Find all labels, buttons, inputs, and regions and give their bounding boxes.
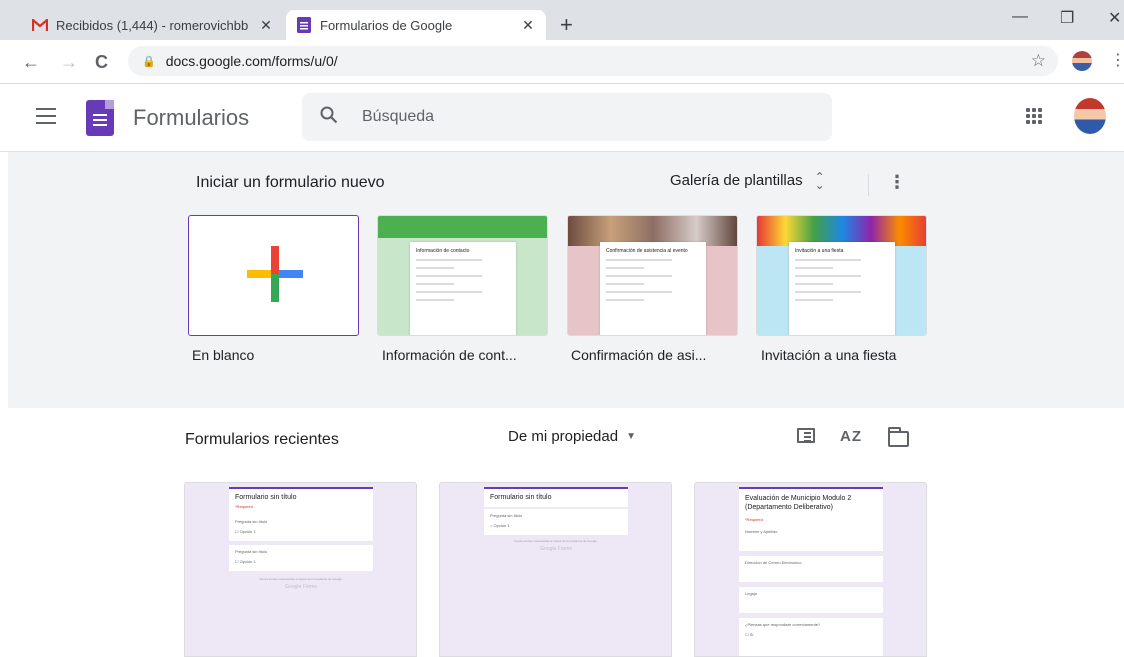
form-preview-footer: Nunca envíes contraseñas a través de For…: [259, 577, 343, 590]
template-gallery-section: Iniciar un formulario nuevo Galería de p…: [8, 152, 1124, 408]
template-label[interactable]: Información de cont...: [382, 347, 517, 363]
template-card-rsvp[interactable]: Confirmación de asistencia al evento: [567, 215, 738, 336]
form-preview-question: Nombre y Apellido: [739, 525, 883, 551]
account-avatar[interactable]: [1074, 98, 1106, 134]
google-apps-icon[interactable]: [1026, 108, 1042, 124]
unfold-icon: ⌃ ⌄: [814, 169, 825, 192]
template-banner: [378, 216, 547, 238]
search-box[interactable]: [302, 93, 832, 141]
form-preview-title: Formulario sin título: [490, 494, 552, 501]
tab-close-icon[interactable]: ✕: [520, 17, 536, 33]
plus-icon: [247, 246, 303, 302]
template-label[interactable]: En blanco: [192, 347, 254, 363]
minimize-button[interactable]: —: [1012, 8, 1028, 26]
close-window-button[interactable]: ✕: [1108, 8, 1121, 28]
bookmark-star-icon[interactable]: ☆: [1031, 51, 1046, 71]
tab-gmail[interactable]: Recibidos (1,444) - romerovichbb ✕: [22, 10, 284, 40]
template-preview: Confirmación de asistencia al evento: [600, 242, 706, 335]
reload-button[interactable]: C: [95, 52, 108, 72]
forward-button[interactable]: →: [60, 52, 78, 72]
back-button[interactable]: ←: [22, 52, 40, 72]
owner-filter-label: De mi propiedad: [508, 428, 619, 445]
search-input[interactable]: [362, 108, 782, 126]
template-gallery-label: Galería de plantillas: [670, 172, 803, 189]
form-preview-question: Dirección de Correo Electronico: [739, 556, 883, 582]
folder-icon[interactable]: [888, 427, 909, 447]
recent-forms-heading: Formularios recientes: [185, 431, 339, 448]
new-tab-button[interactable]: +: [560, 14, 573, 36]
forms-logo-icon[interactable]: [86, 100, 114, 136]
form-preview-title: Formulario sin título: [235, 494, 297, 501]
template-card-blank[interactable]: [188, 215, 359, 336]
form-preview-question: Pregunta sin título ○ Opción 1: [484, 509, 628, 535]
recent-form-card[interactable]: Formulario sin título *Required Pregunta…: [184, 482, 417, 657]
tab-title: Formularios de Google: [320, 17, 453, 33]
dropdown-arrow-icon: ▼: [626, 431, 636, 442]
browser-tab-bar: Recibidos (1,444) - romerovichbb ✕ Formu…: [0, 0, 1124, 40]
recent-form-card[interactable]: Evaluación de Municipio Modulo 2 (Depart…: [694, 482, 927, 657]
template-preview-title: Confirmación de asistencia al evento: [606, 248, 688, 254]
tab-google-forms[interactable]: Formularios de Google ✕: [286, 10, 546, 40]
gmail-icon: [32, 17, 48, 33]
tab-close-icon[interactable]: ✕: [258, 17, 274, 33]
address-bar-row: ← → C 🔒 docs.google.com/forms/u/0/ ☆ ⋮: [0, 40, 1124, 84]
template-preview: Información de contacto: [410, 242, 516, 335]
form-preview-footer: Nunca envíes contraseñas a través de For…: [514, 539, 598, 552]
template-preview-title: Información de contacto: [416, 248, 470, 254]
list-view-icon[interactable]: [797, 428, 815, 443]
template-preview: Invitación a una fiesta: [789, 242, 895, 335]
lock-icon: 🔒: [142, 55, 156, 68]
recent-form-card[interactable]: Formulario sin título Pregunta sin títul…: [439, 482, 672, 657]
forms-favicon-icon: [296, 17, 312, 33]
form-preview-title: Evaluación de Municipio Modulo 2 (Depart…: [745, 495, 852, 511]
app-header: Formularios: [0, 84, 1124, 152]
template-preview-title: Invitación a una fiesta: [795, 248, 844, 254]
maximize-button[interactable]: ❐: [1060, 8, 1074, 28]
form-preview-question: Pregunta sin título ☐ Opción 1: [229, 545, 373, 571]
form-preview-question: ¿Piensas que respondiste correctamente? …: [739, 618, 883, 656]
chrome-menu-icon[interactable]: ⋮: [1110, 52, 1124, 70]
chrome-profile-avatar[interactable]: [1072, 51, 1092, 71]
template-label[interactable]: Confirmación de asi...: [571, 347, 706, 363]
more-options-icon[interactable]: ⋮: [888, 172, 906, 192]
app-title[interactable]: Formularios: [133, 105, 249, 131]
template-label[interactable]: Invitación a una fiesta: [761, 347, 896, 363]
divider: [868, 174, 869, 196]
form-preview-header: Formulario sin título: [484, 487, 628, 507]
template-gallery-button[interactable]: Galería de plantillas ⌃ ⌄: [670, 169, 825, 192]
owner-filter-dropdown[interactable]: De mi propiedad ▼: [508, 428, 636, 445]
search-icon[interactable]: [320, 106, 338, 129]
url-text: docs.google.com/forms/u/0/: [165, 53, 338, 69]
main-menu-icon[interactable]: [36, 108, 56, 124]
form-preview-header: Formulario sin título *Required: [229, 487, 373, 515]
url-field[interactable]: 🔒 docs.google.com/forms/u/0/ ☆: [128, 46, 1058, 76]
sort-az-icon[interactable]: AZ: [840, 428, 862, 445]
form-preview-question: Legajo: [739, 587, 883, 613]
template-section-heading: Iniciar un formulario nuevo: [196, 174, 385, 191]
form-preview-question: Pregunta sin título ☐ Opción 1: [229, 515, 373, 541]
form-preview-header: Evaluación de Municipio Modulo 2 (Depart…: [739, 487, 883, 530]
template-card-party[interactable]: Invitación a una fiesta: [756, 215, 927, 336]
template-card-contact[interactable]: Información de contacto: [377, 215, 548, 336]
tab-title: Recibidos (1,444) - romerovichbb: [56, 17, 249, 33]
